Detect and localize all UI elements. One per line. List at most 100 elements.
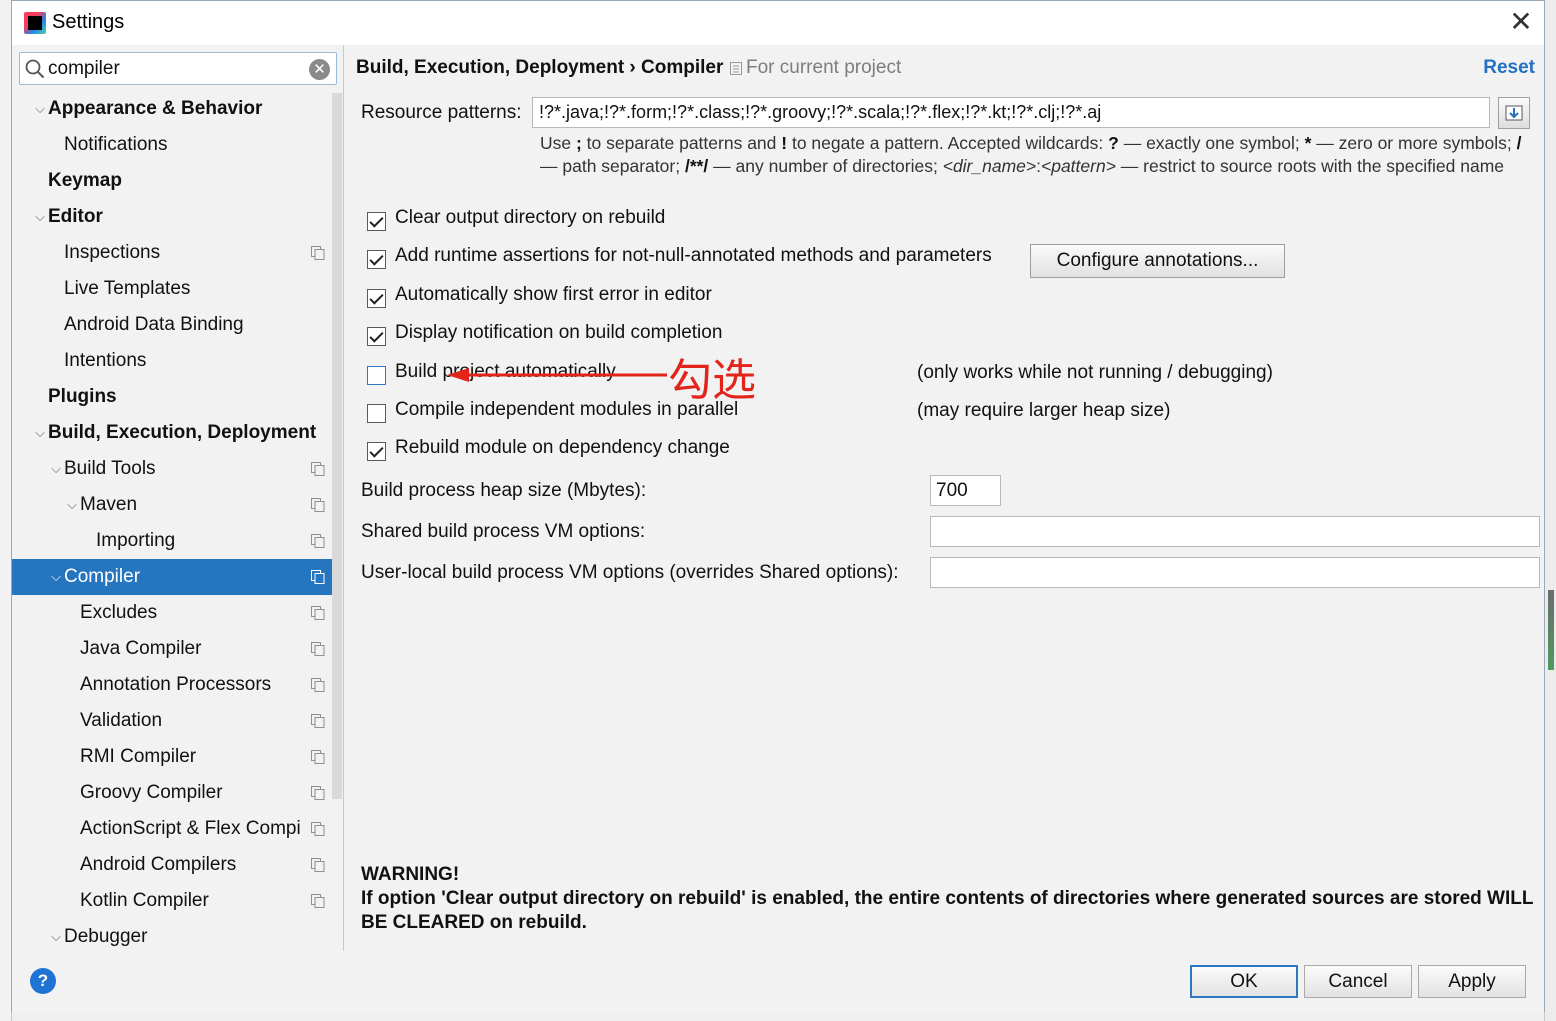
reset-link[interactable]: Reset — [1483, 57, 1535, 79]
checkbox[interactable] — [367, 442, 386, 461]
chevron-down-icon[interactable]: ⌵ — [48, 919, 64, 951]
project-scope-icon — [311, 498, 325, 512]
project-scope-icon — [311, 462, 325, 476]
option-label: Display notification on build completion — [395, 322, 723, 343]
search-input[interactable] — [48, 55, 298, 82]
checkbox[interactable] — [367, 404, 386, 423]
tree-scrollbar[interactable] — [332, 93, 342, 799]
shared-vm-options-input[interactable] — [930, 516, 1540, 547]
tree-item-label: ActionScript & Flex Compi — [80, 818, 301, 839]
search-icon — [25, 59, 45, 79]
clear-search-icon[interactable]: ✕ — [309, 59, 330, 80]
tree-item-label: Compiler — [64, 566, 141, 587]
tree-item-annotation-processors[interactable]: Annotation Processors — [12, 667, 332, 703]
chevron-down-icon[interactable]: ⌵ — [32, 91, 48, 127]
heap-size-label: Build process heap size (Mbytes): — [361, 480, 647, 501]
checkbox[interactable] — [367, 250, 386, 269]
tree-item-label: Debugger — [64, 926, 148, 947]
tree-item-debugger[interactable]: ⌵ Debugger — [12, 919, 332, 951]
option-note: (only works while not running / debuggin… — [917, 362, 1273, 383]
tree-item-label: Android Data Binding — [64, 314, 244, 335]
cancel-button[interactable]: Cancel — [1304, 965, 1412, 998]
chevron-down-icon[interactable]: ⌵ — [48, 559, 64, 595]
chevron-down-icon[interactable]: ⌵ — [32, 415, 48, 451]
title-bar: Settings ✕ — [12, 1, 1544, 45]
tree-item-label: Appearance & Behavior — [48, 98, 263, 119]
project-scope-icon — [311, 246, 325, 260]
tree-item-importing[interactable]: Importing — [12, 523, 332, 559]
settings-navigation: ✕ ⌵Appearance & BehaviorNotificationsKey… — [12, 45, 344, 951]
background-scroll-indicator — [1548, 590, 1554, 670]
close-button[interactable]: ✕ — [1504, 7, 1538, 39]
tree-item-label: Live Templates — [64, 278, 191, 299]
expand-field-button[interactable] — [1498, 97, 1530, 129]
checkbox[interactable] — [367, 289, 386, 308]
tree-item-rmi-compiler[interactable]: RMI Compiler — [12, 739, 332, 775]
tree-item-compiler[interactable]: ⌵ Compiler — [12, 559, 332, 595]
tree-item-inspections[interactable]: Inspections — [12, 235, 332, 271]
tree-item-build-tools[interactable]: ⌵ Build Tools — [12, 451, 332, 487]
project-scope-icon — [730, 62, 742, 75]
checkbox[interactable] — [367, 212, 386, 231]
tree-item-intentions[interactable]: Intentions — [12, 343, 332, 379]
tree-item-maven[interactable]: ⌵ Maven — [12, 487, 332, 523]
search-box[interactable]: ✕ — [19, 52, 337, 85]
project-scope-icon — [311, 714, 325, 728]
warning-body: If option 'Clear output directory on reb… — [361, 888, 1534, 933]
ok-button[interactable]: OK — [1190, 965, 1298, 998]
dialog-footer: ? OK Cancel Apply — [12, 951, 1544, 1013]
tree-item-validation[interactable]: Validation — [12, 703, 332, 739]
tree-item-groovy-compiler[interactable]: Groovy Compiler — [12, 775, 332, 811]
tree-item-actionscript-flex-compi[interactable]: ActionScript & Flex Compi — [12, 811, 332, 847]
project-scope-icon — [311, 678, 325, 692]
tree-item-label: Groovy Compiler — [80, 782, 223, 803]
scope-label: For current project — [746, 57, 902, 78]
tree-item-label: Intentions — [64, 350, 147, 371]
tree-item-notifications[interactable]: Notifications — [12, 127, 332, 163]
warning-message: WARNING! If option 'Clear output directo… — [361, 863, 1536, 935]
close-icon: ✕ — [1509, 6, 1533, 37]
user-vm-options-input[interactable] — [930, 557, 1540, 588]
resource-patterns-help: Use ; to separate patterns and ! to nega… — [540, 133, 1522, 176]
tree-item-keymap[interactable]: Keymap — [12, 163, 332, 199]
option-note: (may require larger heap size) — [917, 400, 1171, 421]
settings-dialog: Settings ✕ ✕ ⌵Appearance & BehaviorNotif… — [11, 0, 1545, 1013]
tree-item-label: Importing — [96, 530, 176, 551]
apply-button[interactable]: Apply — [1418, 965, 1526, 998]
project-scope-icon — [311, 750, 325, 764]
tree-item-android-data-binding[interactable]: Android Data Binding — [12, 307, 332, 343]
warning-title: WARNING! — [361, 864, 460, 885]
tree-item-label: RMI Compiler — [80, 746, 197, 767]
tree-item-label: Annotation Processors — [80, 674, 272, 695]
tree-item-excludes[interactable]: Excludes — [12, 595, 332, 631]
intellij-logo-icon — [24, 12, 46, 34]
configure-annotations-button[interactable]: Configure annotations... — [1030, 244, 1285, 278]
tree-item-build-execution-deployment[interactable]: ⌵ Build, Execution, Deployment — [12, 415, 332, 451]
chevron-down-icon[interactable]: ⌵ — [32, 199, 48, 235]
background-window-edge-right — [1544, 0, 1556, 1021]
project-scope-icon — [311, 534, 325, 548]
tree-item-label: Keymap — [48, 170, 122, 191]
checkbox[interactable] — [367, 327, 386, 346]
help-icon[interactable]: ? — [30, 968, 56, 994]
user-vm-options-label: User-local build process VM options (ove… — [361, 562, 899, 583]
resource-patterns-label: Resource patterns: — [361, 102, 522, 123]
tree-item-java-compiler[interactable]: Java Compiler — [12, 631, 332, 667]
tree-item-android-compilers[interactable]: Android Compilers — [12, 847, 332, 883]
tree-item-editor[interactable]: ⌵ Editor — [12, 199, 332, 235]
project-scope-icon — [311, 822, 325, 836]
tree-item-label: Maven — [80, 494, 138, 515]
resource-patterns-input[interactable] — [532, 97, 1490, 128]
tree-item-appearance-behavior[interactable]: ⌵ Appearance & Behavior — [12, 91, 332, 127]
chevron-down-icon[interactable]: ⌵ — [64, 487, 80, 523]
tree-item-label: Plugins — [48, 386, 117, 407]
checkbox[interactable] — [367, 366, 386, 385]
chevron-down-icon[interactable]: ⌵ — [48, 451, 64, 487]
heap-size-input[interactable] — [930, 475, 1001, 506]
tree-item-live-templates[interactable]: Live Templates — [12, 271, 332, 307]
window-title: Settings — [52, 11, 125, 33]
tree-item-label: Excludes — [80, 602, 158, 623]
tree-item-label: Build Tools — [64, 458, 156, 479]
tree-item-kotlin-compiler[interactable]: Kotlin Compiler — [12, 883, 332, 919]
tree-item-plugins[interactable]: Plugins — [12, 379, 332, 415]
